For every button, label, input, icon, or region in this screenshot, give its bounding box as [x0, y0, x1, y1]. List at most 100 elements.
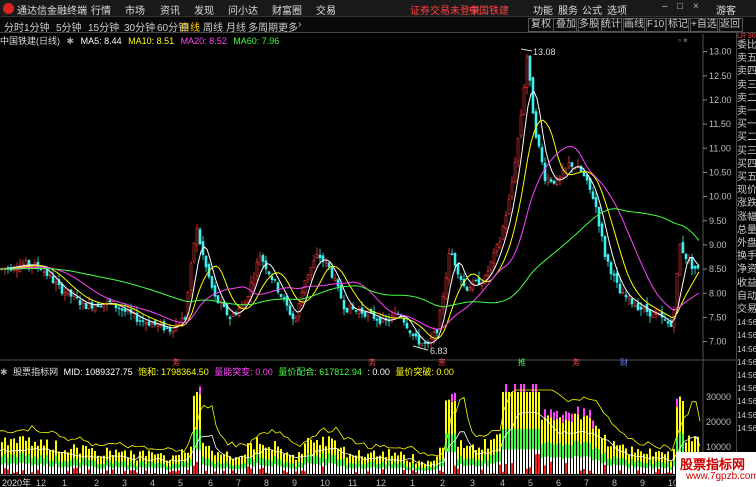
fuquan-button[interactable]: 复权: [528, 18, 554, 32]
chart-bg: [0, 34, 736, 475]
indicator-bar: [292, 468, 294, 474]
indicator-bar-red: [565, 463, 567, 474]
add-watchlist-button[interactable]: +自选: [688, 18, 720, 32]
indicator-bar: [64, 466, 66, 474]
quote-field: 卖四: [737, 66, 756, 78]
period-weekly[interactable]: 周线: [203, 19, 223, 34]
app-logo-icon: [3, 3, 14, 14]
indicator-bar-red: [247, 466, 249, 474]
indicator-bar: [628, 468, 630, 474]
menu-shichang[interactable]: 市场: [125, 2, 145, 17]
sub-chart-header: ✱ 股票指标网 MID: 1089327.75 饱和: 1798364.50 量…: [0, 365, 457, 378]
indicator-bar-pink: [571, 413, 573, 422]
period-multi[interactable]: 多周期: [248, 19, 278, 34]
period-more[interactable]: 更多: [278, 19, 298, 34]
close-icon[interactable]: ×: [693, 1, 699, 12]
candle-body: [591, 191, 595, 200]
maximize-icon[interactable]: □: [677, 1, 683, 12]
more-arrow-icon[interactable]: ›: [298, 19, 301, 30]
indicator-bar: [577, 456, 579, 474]
menu-faxian[interactable]: 发现: [194, 2, 214, 17]
indicator-bar: [49, 466, 51, 474]
candle-body: [198, 229, 202, 245]
indicator-bar: [592, 460, 594, 474]
period-15min[interactable]: 15分钟: [88, 19, 119, 34]
indicator-bar-red: [502, 471, 504, 474]
indicator-bar-red: [583, 469, 585, 474]
candle-body: [546, 177, 550, 183]
indicator-bar-pink: [583, 408, 585, 417]
indicator-bar: [358, 466, 360, 474]
settings-gear-icon[interactable]: ✱: [67, 36, 75, 46]
indicator-bar: [70, 466, 72, 474]
indicator-bar-red: [112, 469, 114, 474]
indicator-bar: [142, 466, 144, 474]
candle-body: [651, 311, 655, 318]
pane-restore-icon[interactable]: ▫: [678, 36, 681, 45]
indicator-bar-pink: [505, 384, 507, 392]
candle-body: [15, 268, 19, 272]
high-price-label: 13.08: [533, 47, 556, 57]
indicator-bar: [490, 463, 492, 474]
sub-settings-icon[interactable]: ✱: [0, 367, 8, 377]
candle-body: [228, 317, 232, 319]
minimize-icon[interactable]: –: [662, 1, 668, 12]
indicator-bar-red: [175, 471, 177, 474]
candle-body: [261, 255, 265, 262]
candle-body: [438, 310, 442, 331]
menu-gongneng[interactable]: 功能: [533, 2, 553, 17]
quote-field: 卖三: [737, 79, 756, 91]
menu-zixun[interactable]: 资讯: [160, 2, 180, 17]
indicator-bar: [352, 468, 354, 474]
price-tick-label: 11.50: [709, 119, 731, 129]
candle-body: [501, 226, 505, 240]
indicator-bar: [34, 464, 36, 474]
user-label[interactable]: 游客: [716, 2, 736, 17]
candle-body: [522, 87, 526, 115]
indicator-bar: [652, 468, 654, 474]
indicator-bar: [328, 462, 330, 474]
menu-jiaoyi[interactable]: 交易: [316, 2, 336, 17]
back-button[interactable]: 返回: [717, 18, 743, 32]
indicator-bar: [91, 466, 93, 474]
candle-body: [36, 261, 40, 268]
kline-chart[interactable]: 13.00 12.50 12.00 11.50 11.00 10.50 10.00 9.50 9…: [0, 34, 736, 475]
window-controls: – □ ×: [660, 1, 708, 15]
quote-side-panel[interactable]: LR 300 委比卖五卖四卖三卖二卖一买一买二买三买四买五现价涨跌涨幅总量外盘换…: [736, 33, 756, 458]
menu-wenxiaoda[interactable]: 问小达: [228, 2, 258, 17]
period-5min[interactable]: 5分钟: [56, 19, 82, 34]
period-fenshi[interactable]: 分时: [4, 19, 24, 34]
indicator-bar: [574, 455, 576, 474]
indicator-bar-red: [667, 472, 669, 474]
period-daily[interactable]: 日线: [180, 19, 200, 34]
pane-close-icon[interactable]: ×: [683, 36, 688, 45]
indicator-bar: [25, 464, 27, 474]
indicator-bar: [316, 463, 318, 474]
indicator-bar: [307, 463, 309, 474]
sub-item-mid: MID: 1089327.75: [63, 367, 133, 377]
menu-caifuquan[interactable]: 财富圈: [272, 2, 302, 17]
date-tick-label: 3: [470, 478, 475, 487]
menu-xuanxiang[interactable]: 选项: [607, 2, 627, 17]
candle-body: [642, 306, 646, 310]
menu-fuwu[interactable]: 服务: [558, 2, 578, 17]
period-monthly[interactable]: 月线: [226, 19, 246, 34]
menu-hangqing[interactable]: 行情: [91, 2, 111, 17]
candle-body: [420, 342, 424, 346]
period-1min[interactable]: 1分钟: [24, 19, 50, 34]
indicator-bar-red: [505, 463, 507, 474]
indicator-bar-red: [670, 472, 672, 474]
candle-body: [276, 282, 280, 293]
date-tick-label: 6: [556, 478, 561, 487]
candle-body: [222, 302, 226, 308]
sub-tick-label: 30000: [706, 392, 731, 402]
menu-gongshi[interactable]: 公式: [582, 2, 602, 17]
f10-button[interactable]: F10: [644, 18, 668, 32]
period-30min[interactable]: 30分钟: [124, 19, 155, 34]
indicator-bar: [151, 467, 153, 474]
indicator-bar: [274, 464, 276, 474]
indicator-bar-pink: [577, 406, 579, 415]
indicator-bar: [502, 449, 504, 474]
chart-title: 中国铁建(日线): [0, 36, 60, 46]
indicator-bar-red: [124, 471, 126, 474]
